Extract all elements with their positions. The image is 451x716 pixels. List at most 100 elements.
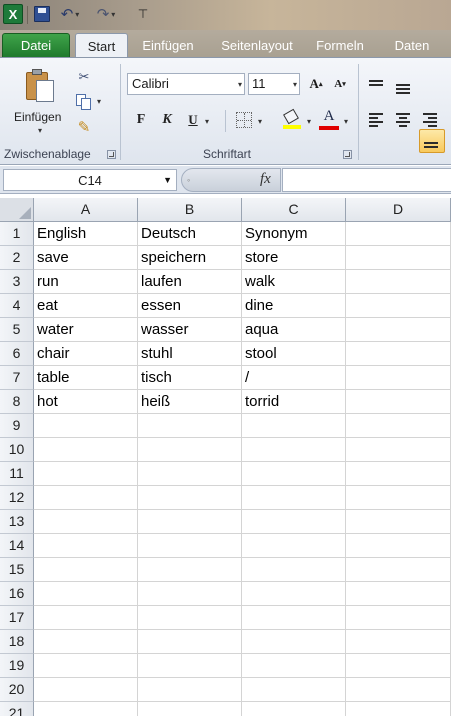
column-header[interactable]: D — [346, 198, 451, 222]
cell[interactable]: table — [34, 366, 138, 390]
cell[interactable] — [346, 390, 451, 414]
font-dialog-launcher-icon[interactable] — [343, 150, 352, 159]
cell[interactable] — [34, 678, 138, 702]
row-header[interactable]: 12 — [0, 486, 34, 510]
chevron-down-icon[interactable]: ▾ — [238, 80, 242, 89]
select-all-corner[interactable] — [0, 198, 34, 222]
cell[interactable] — [346, 438, 451, 462]
cell[interactable] — [346, 630, 451, 654]
cell[interactable]: Synonym — [242, 222, 346, 246]
cell[interactable]: wasser — [138, 318, 242, 342]
row-header[interactable]: 11 — [0, 462, 34, 486]
cell[interactable] — [138, 582, 242, 606]
cell[interactable]: save — [34, 246, 138, 270]
cell[interactable] — [34, 654, 138, 678]
cell[interactable] — [346, 486, 451, 510]
row-header[interactable]: 14 — [0, 534, 34, 558]
cell[interactable]: Deutsch — [138, 222, 242, 246]
cell[interactable] — [346, 414, 451, 438]
cell[interactable] — [346, 654, 451, 678]
format-painter-icon[interactable]: ✎ — [74, 117, 94, 137]
cell[interactable] — [138, 462, 242, 486]
row-header[interactable]: 1 — [0, 222, 34, 246]
cell[interactable] — [242, 678, 346, 702]
save-icon[interactable] — [34, 6, 50, 22]
align-left-icon[interactable] — [369, 113, 385, 127]
cell[interactable]: / — [242, 366, 346, 390]
paste-dropdown-arrow[interactable]: ▾ — [38, 126, 42, 135]
cell[interactable] — [34, 510, 138, 534]
row-header[interactable]: 10 — [0, 438, 34, 462]
fill-color-dropdown-arrow[interactable]: ▾ — [307, 117, 311, 126]
row-header[interactable]: 15 — [0, 558, 34, 582]
row-header[interactable]: 17 — [0, 606, 34, 630]
undo-icon[interactable]: ↶ ▾ — [56, 4, 84, 24]
column-header[interactable]: A — [34, 198, 138, 222]
cell[interactable]: chair — [34, 342, 138, 366]
row-header[interactable]: 8 — [0, 390, 34, 414]
cell[interactable] — [346, 582, 451, 606]
cell[interactable] — [346, 342, 451, 366]
cell[interactable] — [346, 678, 451, 702]
cell[interactable]: laufen — [138, 270, 242, 294]
cell[interactable] — [138, 510, 242, 534]
chevron-down-icon[interactable]: ▼ — [163, 175, 172, 185]
row-header[interactable]: 21 — [0, 702, 34, 716]
cell[interactable] — [346, 534, 451, 558]
cell[interactable] — [138, 702, 242, 716]
name-box[interactable]: C14 ▼ — [3, 169, 177, 191]
cell[interactable] — [346, 558, 451, 582]
cell[interactable]: store — [242, 246, 346, 270]
cell[interactable] — [346, 510, 451, 534]
cell[interactable] — [34, 486, 138, 510]
cell[interactable] — [34, 534, 138, 558]
cell[interactable] — [242, 702, 346, 716]
excel-icon[interactable]: X — [3, 4, 23, 24]
cell[interactable] — [242, 558, 346, 582]
cell[interactable]: aqua — [242, 318, 346, 342]
cell[interactable] — [34, 558, 138, 582]
borders-icon[interactable] — [236, 112, 252, 128]
align-middle-icon[interactable] — [396, 82, 412, 96]
row-header[interactable]: 20 — [0, 678, 34, 702]
cell[interactable] — [34, 582, 138, 606]
cell[interactable] — [242, 438, 346, 462]
align-top-icon[interactable] — [369, 80, 385, 94]
tab-seitenlayout[interactable]: Seitenlayout — [214, 33, 300, 58]
cell[interactable]: heiß — [138, 390, 242, 414]
row-header[interactable]: 9 — [0, 414, 34, 438]
cell[interactable] — [138, 534, 242, 558]
paste-button-label[interactable]: Einfügen — [14, 110, 61, 124]
tab-datei[interactable]: Datei — [2, 33, 70, 58]
font-size-combo[interactable]: 11 ▾ — [248, 73, 300, 95]
cell[interactable] — [34, 438, 138, 462]
align-center-icon[interactable] — [396, 113, 412, 127]
cell[interactable]: walk — [242, 270, 346, 294]
align-right-icon[interactable] — [423, 113, 439, 127]
cell[interactable] — [346, 246, 451, 270]
customize-toolbar-icon[interactable]: ⊤ — [136, 4, 150, 24]
row-header[interactable]: 16 — [0, 582, 34, 606]
cell[interactable]: dine — [242, 294, 346, 318]
tab-formeln[interactable]: Formeln — [312, 33, 368, 58]
cell[interactable]: hot — [34, 390, 138, 414]
row-header[interactable]: 5 — [0, 318, 34, 342]
cell[interactable] — [34, 702, 138, 716]
cell[interactable] — [34, 414, 138, 438]
clipboard-dialog-launcher-icon[interactable] — [107, 150, 116, 159]
formula-input[interactable] — [282, 168, 451, 192]
cell[interactable]: torrid — [242, 390, 346, 414]
cell[interactable] — [346, 366, 451, 390]
cell[interactable] — [242, 582, 346, 606]
row-header[interactable]: 7 — [0, 366, 34, 390]
cell[interactable] — [242, 462, 346, 486]
cell[interactable] — [138, 654, 242, 678]
chevron-down-icon[interactable]: ▾ — [293, 80, 297, 89]
cell[interactable] — [138, 630, 242, 654]
cell[interactable]: eat — [34, 294, 138, 318]
fill-color-icon[interactable] — [282, 108, 302, 131]
cell[interactable] — [346, 222, 451, 246]
row-header[interactable]: 19 — [0, 654, 34, 678]
row-header[interactable]: 18 — [0, 630, 34, 654]
cell[interactable] — [242, 606, 346, 630]
